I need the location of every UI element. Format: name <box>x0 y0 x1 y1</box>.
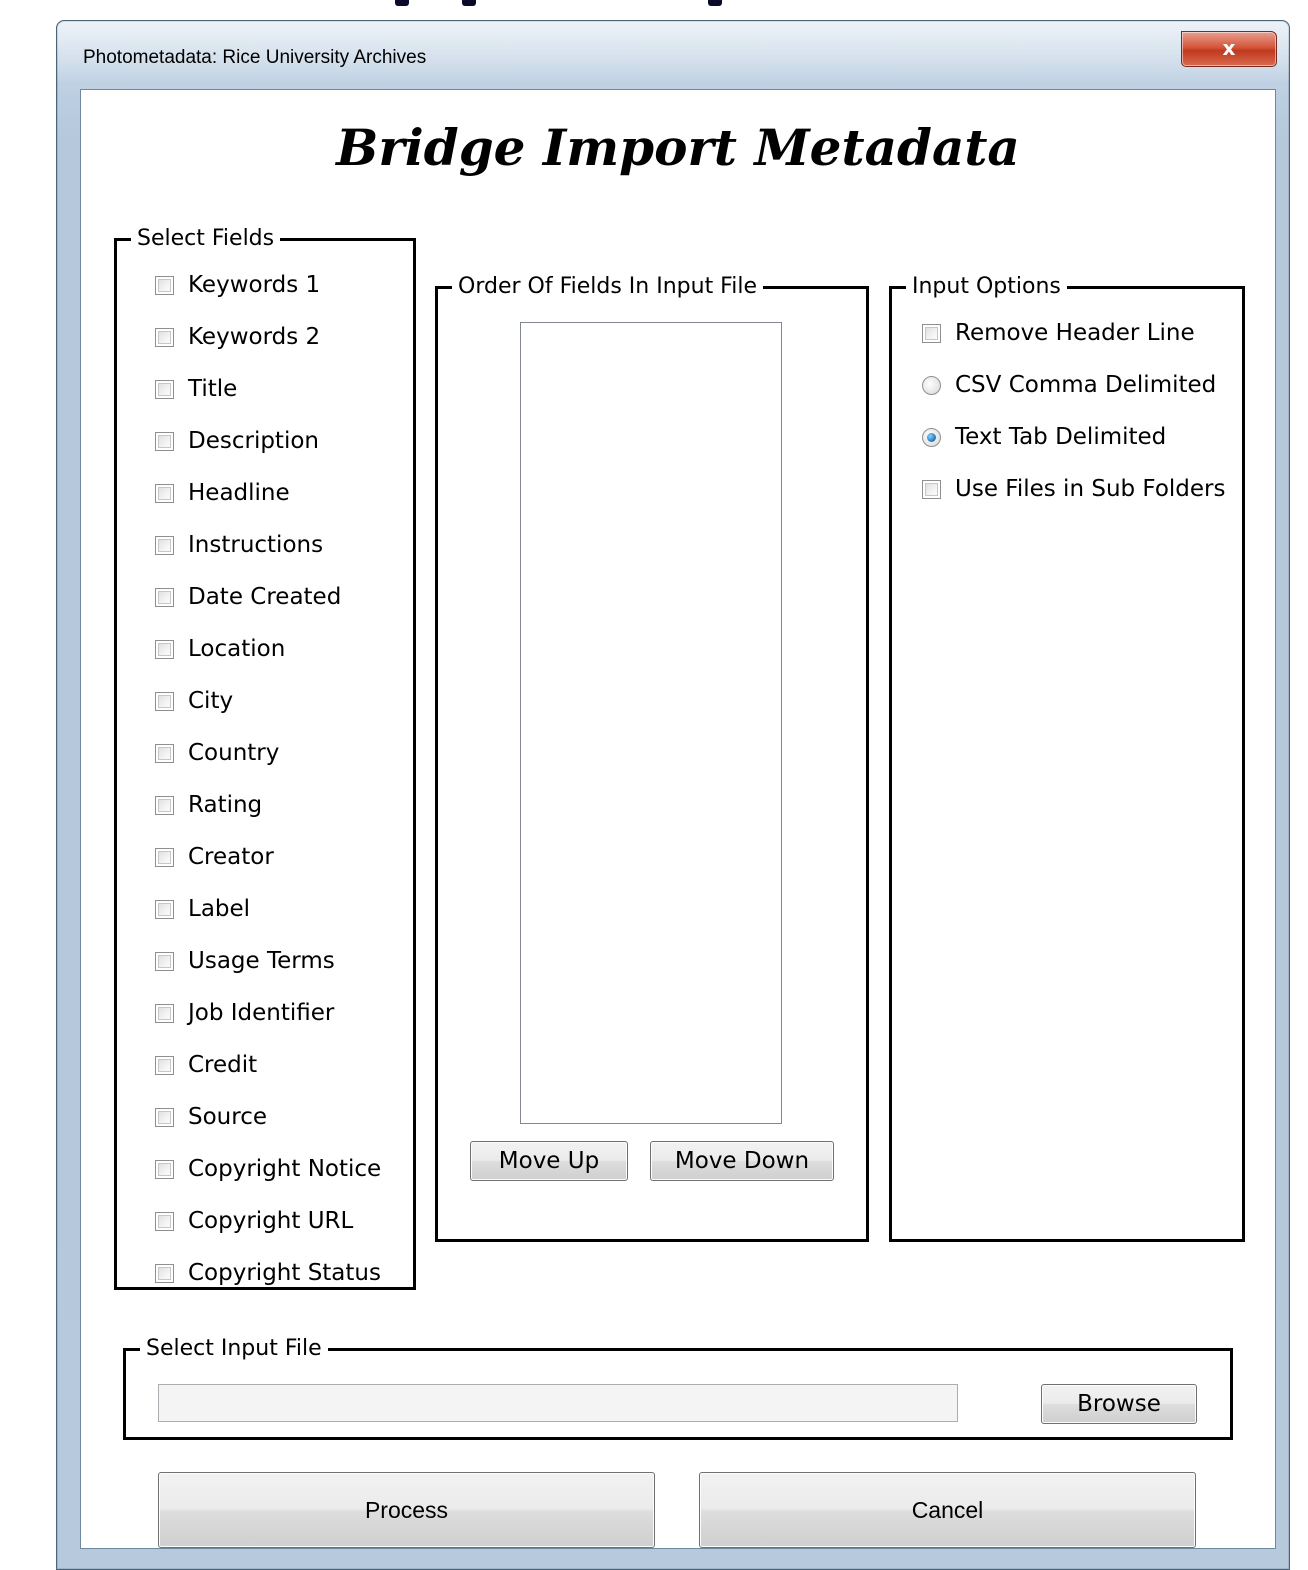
page-title: Bridge Import Metadata <box>336 118 1020 177</box>
field-checkbox[interactable] <box>155 1055 174 1075</box>
remove-header-line-option[interactable]: Remove Header Line <box>922 318 1195 348</box>
field-checkbox[interactable] <box>155 639 174 659</box>
field-checkbox[interactable] <box>155 743 174 763</box>
csv-comma-radio[interactable] <box>922 375 941 395</box>
close-button[interactable]: x <box>1181 31 1277 67</box>
input-options-legend: Input Options <box>912 274 1061 299</box>
field-option-label: Source <box>188 1104 267 1130</box>
field-order-list[interactable] <box>520 322 782 1124</box>
field-option[interactable]: Credit <box>155 1050 257 1080</box>
field-checkbox[interactable] <box>155 1263 174 1283</box>
field-option[interactable]: Location <box>155 634 285 664</box>
field-option[interactable]: Copyright Notice <box>155 1154 381 1184</box>
field-option[interactable]: Keywords 2 <box>155 322 320 352</box>
text-tab-radio[interactable] <box>922 427 941 447</box>
field-checkbox[interactable] <box>155 691 174 711</box>
field-option[interactable]: Copyright URL <box>155 1206 353 1236</box>
field-checkbox[interactable] <box>155 275 174 295</box>
field-checkbox[interactable] <box>155 379 174 399</box>
field-option[interactable]: Description <box>155 426 319 456</box>
field-checkbox[interactable] <box>155 1211 174 1231</box>
background-fragment <box>395 0 409 6</box>
background-fragment <box>462 0 476 6</box>
field-option[interactable]: Job Identifier <box>155 998 334 1028</box>
field-option[interactable]: Usage Terms <box>155 946 335 976</box>
move-up-button[interactable]: Move Up <box>470 1141 628 1181</box>
field-option[interactable]: Keywords 1 <box>155 270 320 300</box>
field-option-label: Copyright Notice <box>188 1156 382 1182</box>
field-checkbox[interactable] <box>155 327 174 347</box>
csv-comma-label: CSV Comma Delimited <box>955 372 1217 398</box>
field-checkbox[interactable] <box>155 535 174 555</box>
field-checkbox[interactable] <box>155 1107 174 1127</box>
field-option-label: Headline <box>188 480 290 506</box>
field-option-label: Instructions <box>188 532 324 558</box>
field-option-label: Keywords 1 <box>188 272 321 298</box>
field-option[interactable]: Rating <box>155 790 262 820</box>
field-option[interactable]: Title <box>155 374 237 404</box>
field-checkbox[interactable] <box>155 795 174 815</box>
background-fragment <box>708 0 722 6</box>
field-checkbox[interactable] <box>155 899 174 919</box>
text-tab-option[interactable]: Text Tab Delimited <box>922 422 1166 452</box>
field-option[interactable]: Copyright Status <box>155 1258 381 1288</box>
input-file-path-field[interactable] <box>158 1384 958 1422</box>
field-option-label: Copyright Status <box>188 1260 381 1286</box>
field-option[interactable]: Date Created <box>155 582 341 612</box>
field-option[interactable]: Country <box>155 738 279 768</box>
select-fields-group: Select Fields Keywords 1 Keywords 2 Title D… <box>114 228 416 1290</box>
field-option-label: Usage Terms <box>188 948 335 974</box>
dialog-window: Photometadata: Rice University Archives … <box>56 20 1290 1570</box>
order-fields-legend: Order Of Fields In Input File <box>458 274 757 299</box>
field-checkbox[interactable] <box>155 483 174 503</box>
select-input-file-group: Select Input File Browse <box>123 1338 1233 1440</box>
process-button[interactable]: Process <box>158 1472 655 1548</box>
csv-comma-option[interactable]: CSV Comma Delimited <box>922 370 1216 400</box>
select-fields-legend: Select Fields <box>137 226 275 251</box>
window-title: Photometadata: Rice University Archives <box>83 47 427 68</box>
background-strip <box>0 0 1308 22</box>
field-option[interactable]: Label <box>155 894 250 924</box>
field-checkbox[interactable] <box>155 587 174 607</box>
order-fields-group: Order Of Fields In Input File Move Up Mo… <box>435 276 869 1242</box>
field-checkbox[interactable] <box>155 847 174 867</box>
field-checkbox[interactable] <box>155 1003 174 1023</box>
field-option-label: Rating <box>188 792 263 818</box>
field-option-label: Copyright URL <box>188 1208 354 1234</box>
select-input-file-legend: Select Input File <box>146 1336 322 1361</box>
browse-button[interactable]: Browse <box>1041 1384 1197 1424</box>
sub-folders-label: Use Files in Sub Folders <box>955 476 1226 502</box>
field-option-label: Job Identifier <box>188 1000 335 1026</box>
input-options-group: Input Options Remove Header Line CSV Com… <box>889 276 1245 1242</box>
text-tab-label: Text Tab Delimited <box>955 424 1167 450</box>
field-option-label: Date Created <box>188 584 342 610</box>
field-checkbox[interactable] <box>155 431 174 451</box>
field-option-label: Country <box>188 740 280 766</box>
field-option[interactable]: Instructions <box>155 530 323 560</box>
field-option-label: Creator <box>188 844 274 870</box>
field-option[interactable]: Source <box>155 1102 267 1132</box>
field-checkbox[interactable] <box>155 1159 174 1179</box>
field-option[interactable]: Creator <box>155 842 274 872</box>
sub-folders-checkbox[interactable] <box>922 479 941 499</box>
remove-header-line-label: Remove Header Line <box>955 320 1195 346</box>
field-checkbox[interactable] <box>155 951 174 971</box>
field-option-label: City <box>188 688 234 714</box>
field-option-label: Location <box>188 636 286 662</box>
field-option-label: Credit <box>188 1052 258 1078</box>
field-option-label: Label <box>188 896 251 922</box>
close-icon: x <box>1222 36 1236 60</box>
dialog-client-area: Bridge Import Metadata Select Fields Key… <box>80 89 1276 1549</box>
field-option-label: Title <box>188 376 238 402</box>
field-option[interactable]: Headline <box>155 478 290 508</box>
cancel-button[interactable]: Cancel <box>699 1472 1196 1548</box>
move-down-button[interactable]: Move Down <box>650 1141 834 1181</box>
field-option-label: Keywords 2 <box>188 324 321 350</box>
remove-header-line-checkbox[interactable] <box>922 323 941 343</box>
sub-folders-option[interactable]: Use Files in Sub Folders <box>922 474 1226 504</box>
field-option[interactable]: City <box>155 686 233 716</box>
field-option-label: Description <box>188 428 319 454</box>
